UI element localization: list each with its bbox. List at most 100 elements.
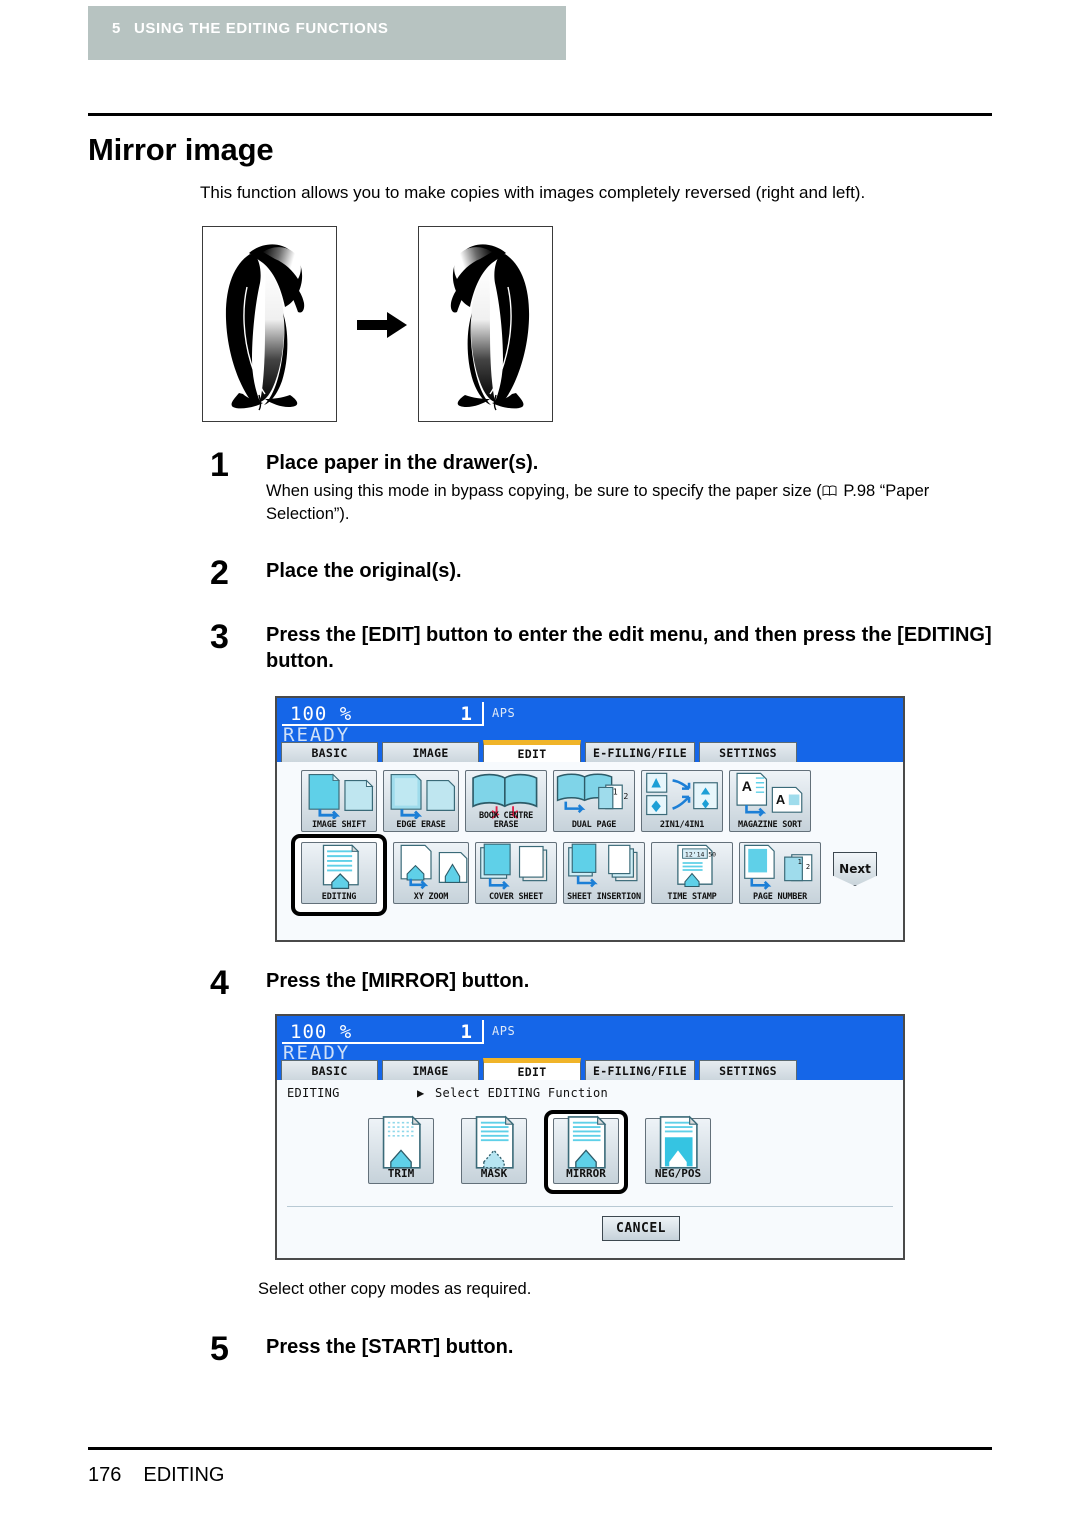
zoom-ratio-value-1: 100	[290, 703, 328, 725]
neg-pos-icon	[646, 1115, 710, 1170]
editing-submenu-body: EDITING ▶ Select EDITING Function TRIM M…	[277, 1080, 903, 1258]
chapter-header-text: 5 USING THE EDITING FUNCTIONS	[112, 20, 389, 37]
button-cover-sheet-label: COVER SHEET	[488, 892, 544, 902]
button-magazine-sort[interactable]: A A MAGAZINE SORT	[729, 770, 811, 832]
mirror-arrow	[357, 310, 409, 340]
cancel-button[interactable]: CANCEL	[602, 1216, 680, 1241]
footer: 176 EDITING	[88, 1464, 225, 1487]
button-2in1-4in1[interactable]: 2IN1/4IN1	[641, 770, 723, 832]
button-mirror[interactable]: MIRROR	[553, 1115, 619, 1184]
button-edge-erase-label: EDGE ERASE	[396, 820, 446, 830]
svg-text:A: A	[742, 778, 752, 794]
lcd-status-header-1: 100 % 1 APS READY BASIC IMAGE EDIT E-FIL…	[277, 698, 903, 762]
button-time-stamp[interactable]: 12'14 50 TIME STAMP	[651, 842, 733, 904]
tab-settings-1[interactable]: SETTINGS	[699, 742, 797, 762]
copy-count-1: 1	[460, 703, 472, 725]
button-dual-page-label: DUAL PAGE	[571, 820, 617, 830]
tab-basic-1[interactable]: BASIC	[281, 742, 378, 762]
button-neg-pos[interactable]: NEG/POS	[645, 1115, 711, 1184]
step-4-number: 4	[210, 964, 229, 1002]
tab-image-1[interactable]: IMAGE	[382, 742, 479, 762]
page-number-icon: 1 2	[740, 845, 820, 891]
lcd-panel-editing-submenu: 100 % 1 APS READY BASIC IMAGE EDIT E-FIL…	[275, 1014, 905, 1260]
svg-text:1: 1	[798, 858, 802, 867]
step-1-heading: Place paper in the drawer(s).	[266, 452, 539, 474]
zoom-ratio-box-1: 100 % 1	[282, 702, 484, 726]
button-xy-zoom[interactable]: XY ZOOM	[393, 842, 469, 904]
sheet-insertion-icon	[564, 844, 644, 888]
mask-icon	[462, 1115, 526, 1170]
magazine-sort-icon: A A	[730, 773, 810, 818]
image-shift-icon	[302, 773, 376, 819]
right-arrow-icon	[357, 312, 407, 338]
step-2-number: 2	[210, 554, 229, 592]
step-3-heading: Press the [EDIT] button to enter the edi…	[266, 624, 992, 672]
button-mask-label: MASK	[480, 1167, 508, 1180]
button-page-number-label: PAGE NUMBER	[752, 892, 808, 902]
penguin-original-icon	[225, 244, 305, 411]
tab-basic-2[interactable]: BASIC	[281, 1060, 378, 1080]
svg-text:A: A	[776, 792, 785, 807]
svg-text:2: 2	[623, 792, 628, 802]
step-1-number: 1	[210, 446, 229, 484]
dual-page-icon: 1 2	[554, 774, 634, 816]
zoom-ratio-value-2: 100	[290, 1021, 328, 1043]
button-book-centre-erase-label: BOOK CENTRE ERASE	[478, 811, 534, 830]
footer-section: EDITING	[143, 1464, 225, 1486]
tab-settings-2[interactable]: SETTINGS	[699, 1060, 797, 1080]
zoom-ratio-2: 100 %	[290, 1021, 352, 1043]
mirrored-image-box	[418, 226, 553, 422]
zoom-ratio-box-2: 100 % 1	[282, 1020, 484, 1044]
button-trim[interactable]: TRIM	[368, 1115, 434, 1184]
editing-icon	[302, 844, 376, 890]
2in1-4in1-icon	[642, 773, 722, 816]
button-editing[interactable]: EDITING	[301, 842, 377, 904]
step-2-heading: Place the original(s).	[266, 560, 462, 582]
button-edge-erase[interactable]: EDGE ERASE	[383, 770, 459, 832]
lcd-tabbar-1: BASIC IMAGE EDIT E-FILING/FILE SETTINGS	[277, 740, 903, 762]
button-page-number[interactable]: 1 2 PAGE NUMBER	[739, 842, 821, 904]
button-book-centre-erase[interactable]: BOOK CENTRE ERASE	[465, 770, 547, 832]
cover-sheet-icon	[476, 844, 556, 891]
tab-efiling-file-2[interactable]: E-FILING/FILE	[585, 1060, 695, 1080]
button-mask[interactable]: MASK	[461, 1115, 527, 1184]
note-select-other-modes: Select other copy modes as required.	[258, 1280, 532, 1298]
tab-edit-1[interactable]: EDIT	[483, 740, 581, 762]
tab-efiling-file-1[interactable]: E-FILING/FILE	[585, 742, 695, 762]
editing-prompt-arrow: ▶	[417, 1086, 425, 1100]
paper-mode-1: APS	[492, 706, 516, 720]
intro-paragraph: This function allows you to make copies …	[200, 183, 866, 202]
next-page-button[interactable]: Next	[833, 852, 877, 886]
page-title: Mirror image	[88, 132, 274, 167]
tab-image-2[interactable]: IMAGE	[382, 1060, 479, 1080]
button-dual-page[interactable]: 1 2 DUAL PAGE	[553, 770, 635, 832]
step-1-body-text: When using this mode in bypass copying, …	[266, 482, 822, 500]
button-2in1-4in1-label: 2IN1/4IN1	[659, 820, 705, 830]
button-image-shift[interactable]: IMAGE SHIFT	[301, 770, 377, 832]
button-editing-label: EDITING	[321, 892, 357, 902]
step-4-heading: Press the [MIRROR] button.	[266, 970, 530, 992]
chapter-title: USING THE EDITING FUNCTIONS	[133, 20, 389, 37]
mirror-illustration	[202, 226, 562, 424]
button-magazine-sort-label: MAGAZINE SORT	[738, 820, 802, 830]
editing-breadcrumb-label: EDITING	[287, 1086, 340, 1100]
button-cover-sheet[interactable]: COVER SHEET	[475, 842, 557, 904]
lcd-tabbar-2: BASIC IMAGE EDIT E-FILING/FILE SETTINGS	[277, 1058, 903, 1080]
step-5-heading: Press the [START] button.	[266, 1336, 514, 1358]
paper-mode-2: APS	[492, 1024, 516, 1038]
button-image-shift-label: IMAGE SHIFT	[311, 820, 367, 830]
svg-text:1: 1	[613, 787, 618, 797]
footer-page-number: 176	[88, 1464, 122, 1486]
editing-prompt-text: Select EDITING Function	[435, 1086, 609, 1100]
lcd-panel-edit-menu: 100 % 1 APS READY BASIC IMAGE EDIT E-FIL…	[275, 696, 905, 942]
button-mirror-label: MIRROR	[566, 1167, 606, 1180]
penguin-mirrored-icon	[450, 244, 530, 411]
tab-edit-2[interactable]: EDIT	[483, 1058, 581, 1080]
button-sheet-insertion[interactable]: SHEET INSERTION	[563, 842, 645, 904]
title-divider	[88, 113, 992, 116]
trim-icon	[369, 1115, 433, 1170]
edit-menu-body: IMAGE SHIFT EDGE ERASE BOOK CENTRE ERASE…	[277, 762, 903, 940]
button-neg-pos-label: NEG/POS	[654, 1167, 702, 1180]
lcd-status-header-2: 100 % 1 APS READY BASIC IMAGE EDIT E-FIL…	[277, 1016, 903, 1080]
step-3-number: 3	[210, 618, 229, 656]
